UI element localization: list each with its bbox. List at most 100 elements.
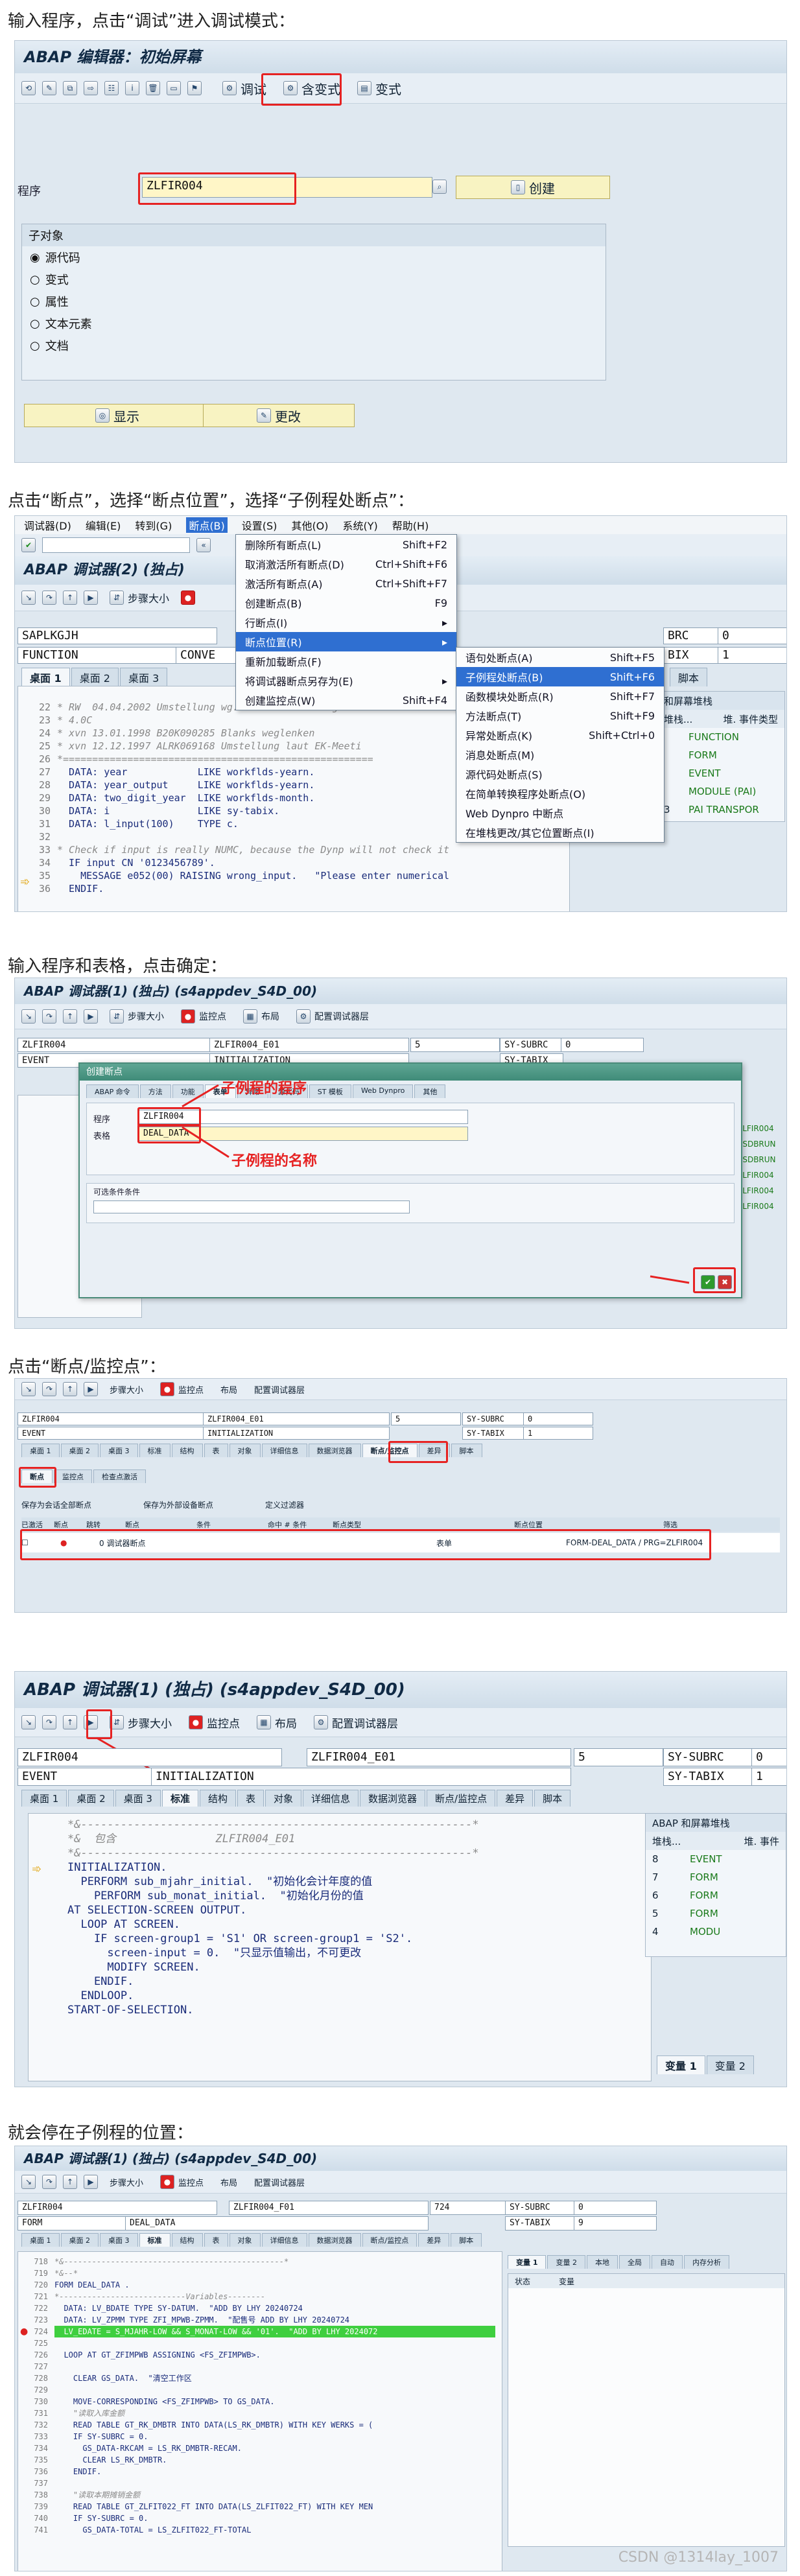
info-icon[interactable]: i [125,81,139,95]
menubar-item[interactable]: 编辑(E) [86,517,121,533]
menubar-item[interactable]: 转到(G) [135,517,172,533]
desktop-tab[interactable]: 桌面 2 [71,668,119,686]
subobject-option[interactable]: ○ 变式 [22,268,606,290]
config-layer-button[interactable]: 配置调试器层 [249,1382,310,1397]
desktop-tab[interactable]: 表 [204,1444,228,1457]
config-layer-button[interactable]: 配置调试器层 [249,2175,310,2190]
desktop-tab[interactable]: 对象 [229,2233,261,2247]
layout-button[interactable]: 布局 [215,2175,242,2190]
menubar-item[interactable]: 设置(S) [242,517,277,533]
step-into-icon[interactable]: ↘ [21,2175,36,2189]
radio-icon[interactable]: ○ [30,339,40,353]
radio-icon[interactable]: ○ [30,273,40,287]
menu-item[interactable]: 创建监控点(W) Shift+F4 [236,690,456,710]
breakpoint-subtab[interactable]: 监控点 [54,1469,92,1483]
stack-row[interactable]: 5 FORM [646,1904,786,1923]
breakpoint-action[interactable]: 定义过滤器 [265,1499,304,1510]
menu-item[interactable]: 断点位置(R) ▸ [236,632,456,651]
desktop-tab[interactable]: 详细信息 [261,1444,307,1457]
desktop-tab[interactable]: 桌面 3 [120,668,168,686]
desktop-tab[interactable]: 标准 [139,1444,171,1457]
menu-item[interactable]: 异常处断点(K) Shift+Ctrl+0 [456,725,664,745]
desktop-tab[interactable]: 桌面 1 [21,1790,67,1807]
step-size-button[interactable]: 步骤大小 [104,2175,148,2190]
stack-row[interactable]: 4 MODU [646,1923,786,1941]
variable-tab[interactable]: 变量 2 [547,2255,585,2269]
menu-item[interactable]: 函数模块处断点(R) Shift+F7 [456,686,664,706]
desktop-tab[interactable]: 脚本 [534,1790,571,1807]
desktop-tab[interactable]: 标准 [139,2233,171,2247]
step-over-icon[interactable]: ↷ [42,591,56,605]
back-icon[interactable]: ⟲ [21,81,36,95]
desktop-tab[interactable]: 表 [204,2233,228,2247]
menu-item[interactable]: 消息处断点(M) [456,745,664,764]
desktop-tab[interactable]: 桌面 2 [60,2233,99,2247]
menu-item[interactable]: 删除所有断点(L) Shift+F2 [236,535,456,554]
stack-row[interactable]: 8 EVENT [646,1850,786,1868]
menu-item[interactable]: Web Dynpro 中断点 [456,803,664,823]
stack-row[interactable]: FORM [657,746,784,764]
step-over-icon[interactable]: ↷ [42,1382,56,1396]
menu-item[interactable]: 取消激活所有断点(D) Ctrl+Shift+F6 [236,554,456,574]
watchpoint-button[interactable]: ● 监控点 [155,2173,209,2190]
step-over-icon[interactable]: ↷ [42,2175,56,2189]
desktop-tab[interactable]: 数据浏览器 [360,1790,426,1807]
command-field[interactable] [42,537,190,553]
search-help-icon[interactable]: ⌕ [432,180,447,194]
variable-tab-1[interactable]: 变量 1 [657,2055,705,2074]
desktop-tab[interactable]: 桌面 1 [21,668,70,686]
copy-icon[interactable]: ⧉ [63,81,77,95]
return-icon[interactable]: ↑ [63,1382,77,1396]
menu-item[interactable]: 激活所有断点(A) Ctrl+Shift+F7 [236,574,456,593]
desktop-tab[interactable]: 对象 [265,1790,301,1807]
radio-icon[interactable]: ○ [30,317,40,331]
variable-tab[interactable]: 自动 [651,2255,683,2269]
menubar-item[interactable]: 其他(O) [291,517,328,533]
menubar-item[interactable]: 调试器(D) [24,517,71,533]
continue-icon[interactable]: ▶ [84,591,98,605]
menu-item[interactable]: 源代码处断点(S) [456,764,664,784]
menubar-item[interactable]: 帮助(H) [392,517,429,533]
desktop-tab[interactable]: 脚本 [451,1444,482,1457]
desktop-tab[interactable]: 桌面 2 [60,1444,99,1457]
subobject-option[interactable]: ◉ 源代码 [22,246,606,268]
collapse-icon[interactable]: « [196,538,211,552]
desktop-tab[interactable]: 桌面 3 [100,2233,138,2247]
variable-tab-2[interactable]: 变量 2 [706,2055,754,2074]
desktop-tab[interactable]: 数据浏览器 [308,1444,361,1457]
menubar-item[interactable]: 系统(Y) [343,517,378,533]
activate-icon[interactable]: ⚑ [187,81,202,95]
menu-item[interactable]: 在堆栈更改/其它位置断点(I) [456,823,664,842]
desktop-tab[interactable]: 结构 [171,2233,203,2247]
desktop-tab[interactable]: 数据浏览器 [308,2233,361,2247]
return-icon[interactable]: ↑ [63,2175,77,2189]
continue-icon[interactable]: ▶ [84,2175,98,2189]
breakpoint-action[interactable]: 保存为会话全部断点 [21,1499,91,1510]
continue-icon[interactable]: ▶ [84,1382,98,1396]
breakpoint-action[interactable]: 保存为外部设备断点 [143,1499,213,1510]
desktop-tab[interactable]: 详细信息 [303,1790,359,1807]
subobject-option[interactable]: ○ 文档 [22,334,606,357]
desktop-tab[interactable]: 详细信息 [261,2233,307,2247]
step-into-icon[interactable]: ↘ [21,591,36,605]
radio-icon[interactable]: ○ [30,295,40,309]
ok-icon[interactable]: ✔ [21,538,36,552]
watchpoint-button[interactable]: ● 监控点 [155,1381,209,1398]
breakpoint-subtab[interactable]: 检查点激活 [93,1469,146,1483]
menu-item[interactable]: 子例程处断点(B) Shift+F6 [456,667,664,686]
desktop-tab[interactable]: 断点/监控点 [362,2233,418,2247]
stop-icon[interactable]: ● [181,591,196,605]
desktop-tab[interactable]: 桌面 2 [68,1790,114,1807]
stack-row[interactable]: 7 FORM [646,1868,786,1886]
desktop-tab[interactable]: 表 [237,1790,264,1807]
stack-row[interactable]: MODULE (PAI) [657,782,784,801]
desktop-tab[interactable]: 结构 [171,1444,203,1457]
display-button[interactable]: ◎ 显示 [24,404,211,427]
stack-row[interactable]: 3 PAI TRANSPOR [657,801,784,819]
variant-button[interactable]: ▤ 变式 [352,78,406,99]
tree-icon[interactable]: ☷ [104,81,119,95]
menu-item[interactable]: 创建断点(B) F9 [236,593,456,613]
step-into-icon[interactable]: ↘ [21,1382,36,1396]
script-tab[interactable]: 脚本 [670,668,708,686]
menu-item[interactable]: 将调试器断点另存为(E) ▸ [236,671,456,690]
